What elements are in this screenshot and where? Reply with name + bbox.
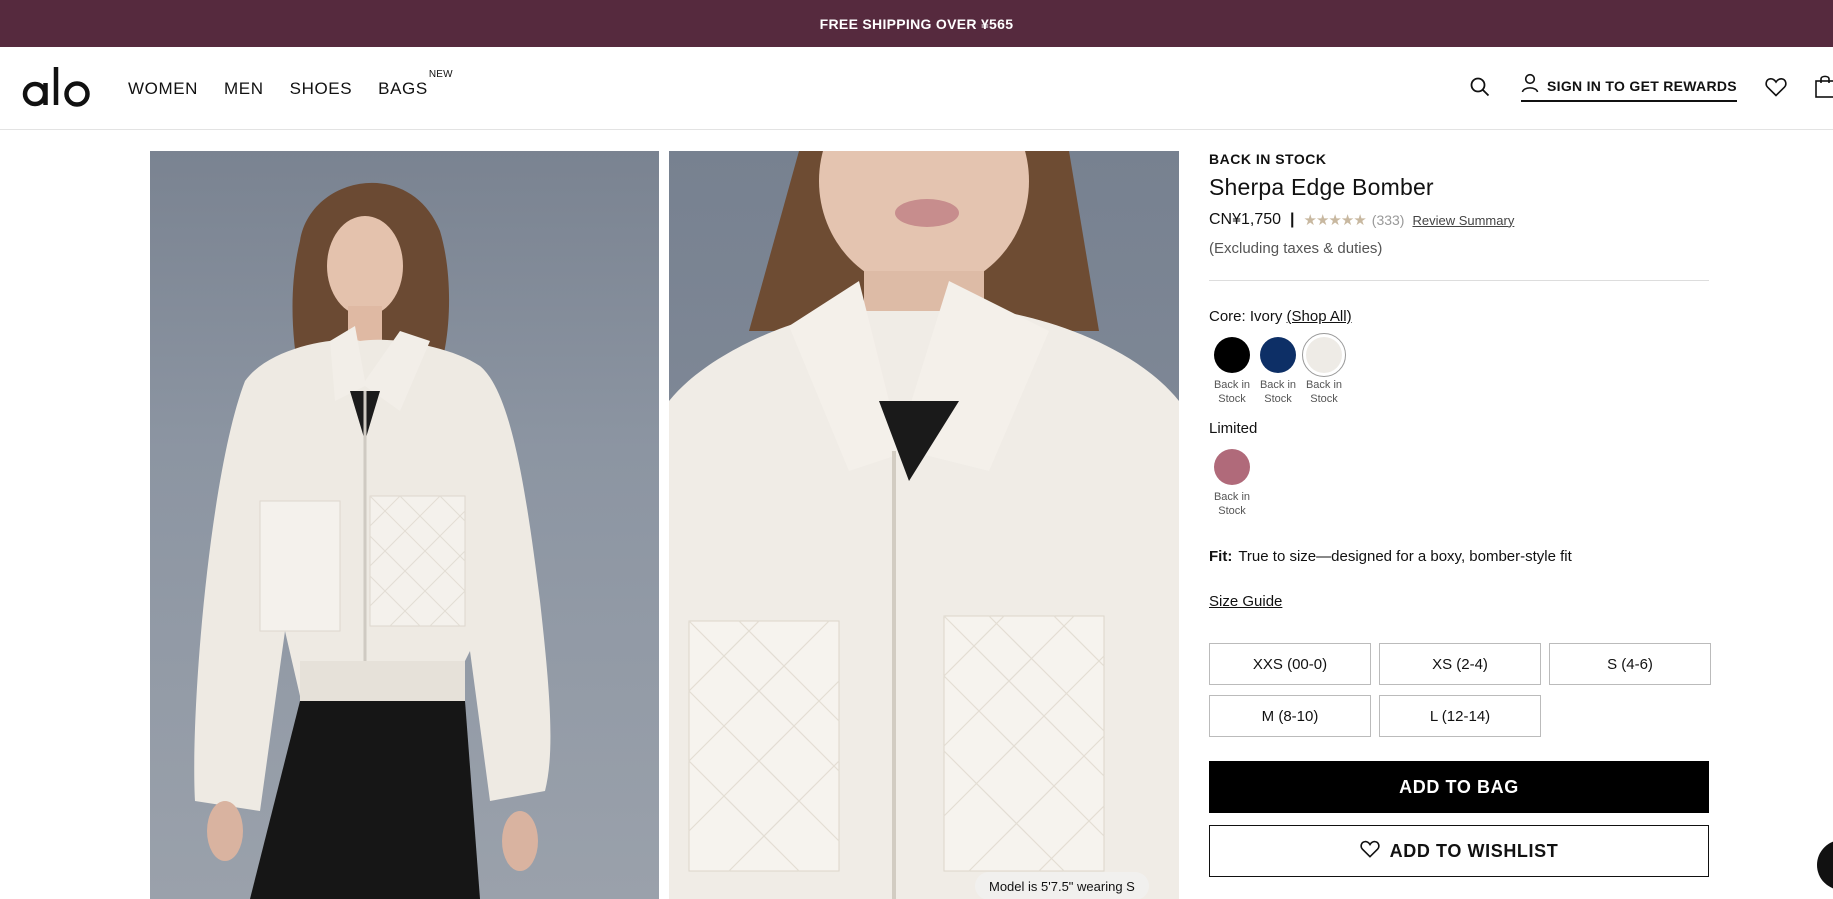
chat-icon[interactable]: [1817, 840, 1833, 890]
nav-bags-label: BAGS: [378, 78, 428, 98]
price-separator: |: [1290, 211, 1295, 228]
taxes-note: (Excluding taxes & duties): [1209, 240, 1383, 257]
product-title: Sherpa Edge Bomber: [1209, 174, 1434, 200]
swatch-black[interactable]: Back in Stock: [1209, 337, 1255, 406]
size-l-button[interactable]: L (12-14): [1379, 695, 1541, 737]
user-icon: [1521, 73, 1539, 98]
swatch-mauve[interactable]: Back in Stock: [1209, 449, 1255, 518]
color-label: Core: Ivory (Shop All): [1209, 308, 1709, 325]
fit-label: Fit:: [1209, 548, 1233, 565]
core-swatches: Back in Stock Back in Stock Back in Stock: [1209, 333, 1709, 406]
swatch-caption: Back in Stock: [1259, 379, 1297, 405]
product-price: CN¥1,750: [1209, 211, 1282, 228]
main-nav: WOMEN MEN SHOES BAGS NEW: [128, 47, 454, 130]
size-xxs-button[interactable]: XXS (00-0): [1209, 643, 1371, 685]
stock-status: BACK IN STOCK: [1209, 151, 1327, 167]
heart-icon[interactable]: [1764, 75, 1788, 99]
core-color-label: Core: Ivory: [1209, 308, 1283, 325]
divider: [1209, 280, 1709, 281]
add-to-wishlist-label: ADD TO WISHLIST: [1389, 840, 1559, 861]
product-photo-full-body: [194, 182, 551, 899]
new-badge: NEW: [428, 68, 453, 80]
sign-in-rewards-link[interactable]: SIGN IN TO GET REWARDS: [1521, 73, 1737, 102]
swatch-caption: Back in Stock: [1305, 379, 1343, 405]
sign-in-label: SIGN IN TO GET REWARDS: [1547, 77, 1737, 94]
swatch-color: [1214, 449, 1250, 485]
size-selector: XXS (00-0) XS (2-4) S (4-6) M (8-10) L (…: [1209, 643, 1711, 737]
review-count[interactable]: (333): [1372, 212, 1405, 228]
product-photo-closeup: [669, 151, 1179, 899]
fit-text: True to size—designed for a boxy, bomber…: [1238, 548, 1572, 565]
size-guide-link[interactable]: Size Guide: [1209, 593, 1282, 610]
swatch-color: [1306, 337, 1342, 373]
swatch-caption: Back in Stock: [1213, 379, 1251, 405]
shopping-bag-icon[interactable]: [1813, 73, 1833, 99]
alo-logo[interactable]: alo: [22, 61, 96, 113]
nav-men[interactable]: MEN: [224, 79, 264, 99]
site-header: alo WOMEN MEN SHOES BAGS NEW SIGN IN TO …: [0, 47, 1833, 130]
price-rating-row: CN¥1,750 | ★★★★★ (333) Review Summary: [1209, 211, 1709, 229]
model-size-caption: Model is 5'7.5" wearing S: [975, 872, 1149, 899]
product-details: BACK IN STOCK Sherpa Edge Bomber CN¥1,75…: [1209, 151, 1711, 877]
nav-shoes[interactable]: SHOES: [290, 79, 353, 99]
fit-info: Fit: True to size—designed for a boxy, bo…: [1209, 548, 1709, 565]
limited-swatches: Back in Stock: [1209, 449, 1709, 518]
add-to-bag-button[interactable]: ADD TO BAG: [1209, 761, 1709, 813]
swatch-navy[interactable]: Back in Stock: [1255, 337, 1301, 406]
selected-ring: [1302, 333, 1346, 377]
limited-label: Limited: [1209, 420, 1258, 437]
heart-icon: [1360, 840, 1380, 863]
review-summary-link[interactable]: Review Summary: [1412, 213, 1514, 228]
swatch-color: [1214, 337, 1250, 373]
add-to-wishlist-button[interactable]: ADD TO WISHLIST: [1209, 825, 1709, 877]
shop-all-link[interactable]: (Shop All): [1287, 308, 1352, 325]
swatch-caption: Back in Stock: [1213, 491, 1251, 517]
nav-women[interactable]: WOMEN: [128, 79, 198, 99]
swatch-color: [1260, 337, 1296, 373]
size-xs-button[interactable]: XS (2-4): [1379, 643, 1541, 685]
promo-banner: FREE SHIPPING OVER ¥565: [0, 0, 1833, 47]
product-image-2[interactable]: [669, 151, 1179, 899]
search-icon[interactable]: [1468, 75, 1492, 99]
star-rating-icon[interactable]: ★★★★★: [1304, 211, 1367, 229]
swatch-ivory-selected[interactable]: Back in Stock: [1301, 333, 1347, 406]
nav-bags[interactable]: BAGS NEW: [378, 69, 452, 99]
size-m-button[interactable]: M (8-10): [1209, 695, 1371, 737]
size-s-button[interactable]: S (4-6): [1549, 643, 1711, 685]
product-image-1[interactable]: [150, 151, 659, 899]
promo-text: FREE SHIPPING OVER ¥565: [819, 15, 1014, 32]
